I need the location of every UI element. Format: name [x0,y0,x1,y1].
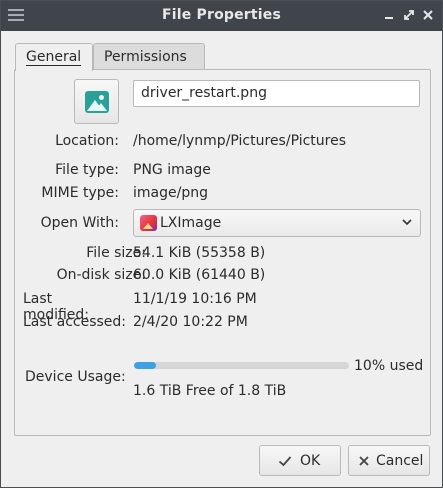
tab-permissions[interactable]: Permissions [93,43,205,70]
chevron-down-icon [401,214,413,230]
device-usage-label: Device Usage: [25,369,126,385]
on-disk-size-value: 60.0 KiB (61440 B) [133,267,266,283]
mime-type-label: MIME type: [41,185,119,201]
file-name-input[interactable]: driver_restart.png [133,80,420,107]
device-usage-bar [134,362,349,369]
cancel-button-label: Cancel [376,453,424,469]
change-icon-button[interactable] [74,79,119,124]
image-file-icon [85,91,109,113]
file-type-value: PNG image [133,162,211,178]
window-title: File Properties [161,7,282,23]
title-bar[interactable]: File Properties [1,1,442,31]
last-accessed-value: 2/4/20 10:22 PM [133,314,248,330]
cancel-button[interactable]: Cancel [348,445,430,476]
open-with-label: Open With: [40,215,119,231]
device-used-text: 10% used [354,358,424,374]
maximize-icon[interactable] [402,8,416,22]
tab-general[interactable]: General [15,43,93,71]
device-usage-fill [134,362,156,369]
minimize-icon[interactable] [382,8,396,22]
check-icon [278,452,292,472]
x-icon [358,452,370,471]
last-modified-value: 11/1/19 10:16 PM [133,291,257,307]
open-with-select[interactable]: LXImage [133,209,421,237]
file-size-value: 54.1 KiB (55358 B) [133,245,266,261]
location-label: Location: [55,133,119,149]
lximage-app-icon [140,215,157,231]
last-accessed-label: Last accessed: [23,314,127,330]
file-properties-window: File Properties General Permissions driv… [0,0,443,488]
location-value: /home/lynmp/Pictures/Pictures [133,133,347,149]
file-type-label: File type: [55,162,119,178]
mime-type-value: image/png [133,185,208,201]
ok-button-label: OK [300,453,321,469]
open-with-value: LXImage [160,215,222,231]
ok-button[interactable]: OK [259,445,341,476]
close-icon[interactable] [421,8,435,22]
device-free-text: 1.6 TiB Free of 1.8 TiB [133,383,287,399]
